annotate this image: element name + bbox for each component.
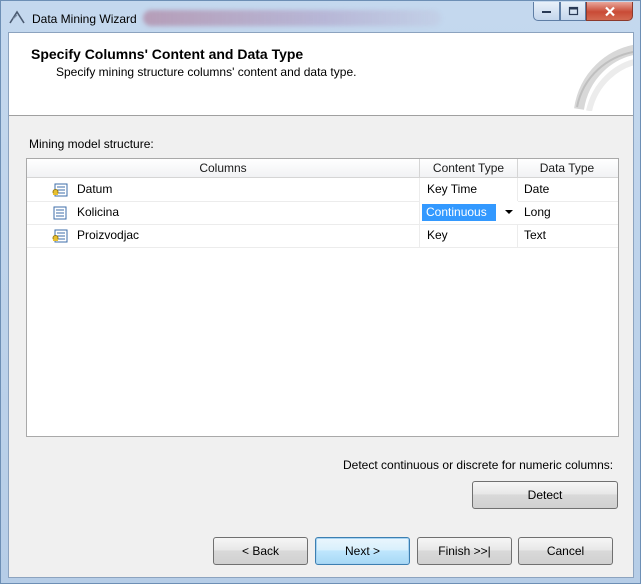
table-row[interactable]: Kolicina Continuous Long <box>27 201 618 225</box>
page-title: Specify Columns' Content and Data Type <box>31 46 304 62</box>
wizard-header: Specify Columns' Content and Data Type S… <box>9 33 633 116</box>
mining-structure-label: Mining model structure: <box>29 137 154 151</box>
wizard-content: Specify Columns' Content and Data Type S… <box>8 32 634 578</box>
column-header-columns[interactable]: Columns <box>27 159 420 177</box>
minimize-icon <box>542 11 551 13</box>
chevron-down-icon[interactable] <box>505 210 513 214</box>
column-name: Kolicina <box>77 205 120 219</box>
column-name-cell: Proizvodjac <box>27 224 420 247</box>
column-header-data-type[interactable]: Data Type <box>518 159 616 177</box>
window-title: Data Mining Wizard <box>32 12 137 26</box>
wizard-banner-graphic <box>574 45 633 111</box>
data-type-cell[interactable]: Long <box>518 201 616 224</box>
content-type-cell[interactable]: Key <box>420 224 518 247</box>
content-type-selected-value[interactable]: Continuous <box>422 204 496 221</box>
data-type-cell[interactable]: Text <box>518 224 616 247</box>
content-type-dropdown[interactable]: Continuous <box>420 201 518 224</box>
column-name-cell: Datum <box>27 178 420 201</box>
cancel-button[interactable]: Cancel <box>518 537 613 565</box>
column-name: Datum <box>77 182 113 196</box>
page-subtitle: Specify mining structure columns' conten… <box>56 65 357 79</box>
column-name-cell: Kolicina <box>27 201 420 224</box>
columns-grid[interactable]: Columns Content Type Data Type Datum Key… <box>26 158 619 437</box>
next-button[interactable]: Next > <box>315 537 410 565</box>
key-column-icon <box>52 183 68 197</box>
blurred-title-region <box>143 10 441 26</box>
table-row[interactable]: Datum Key Time Date <box>27 178 618 202</box>
close-icon <box>604 6 615 16</box>
column-header-content-type[interactable]: Content Type <box>420 159 518 177</box>
content-type-cell[interactable]: Key Time <box>420 178 518 201</box>
data-type-cell[interactable]: Date <box>518 178 616 201</box>
detect-button[interactable]: Detect <box>472 481 618 509</box>
detect-description: Detect continuous or discrete for numeri… <box>343 458 614 472</box>
title-bar[interactable]: Data Mining Wizard <box>1 1 640 31</box>
column-name: Proizvodjac <box>77 228 140 242</box>
back-button[interactable]: < Back <box>213 537 308 565</box>
grid-header: Columns Content Type Data Type <box>27 159 618 178</box>
key-column-icon <box>52 229 68 243</box>
data-mining-wizard-icon <box>9 10 25 24</box>
close-button[interactable] <box>586 2 633 21</box>
table-row[interactable]: Proizvodjac Key Text <box>27 224 618 248</box>
minimize-button[interactable] <box>533 2 560 21</box>
finish-button[interactable]: Finish >>| <box>417 537 512 565</box>
column-icon <box>53 206 67 220</box>
maximize-button[interactable] <box>560 2 586 21</box>
wizard-window: Data Mining Wizard Specify Columns' Cont… <box>0 0 641 584</box>
maximize-icon <box>568 6 578 16</box>
